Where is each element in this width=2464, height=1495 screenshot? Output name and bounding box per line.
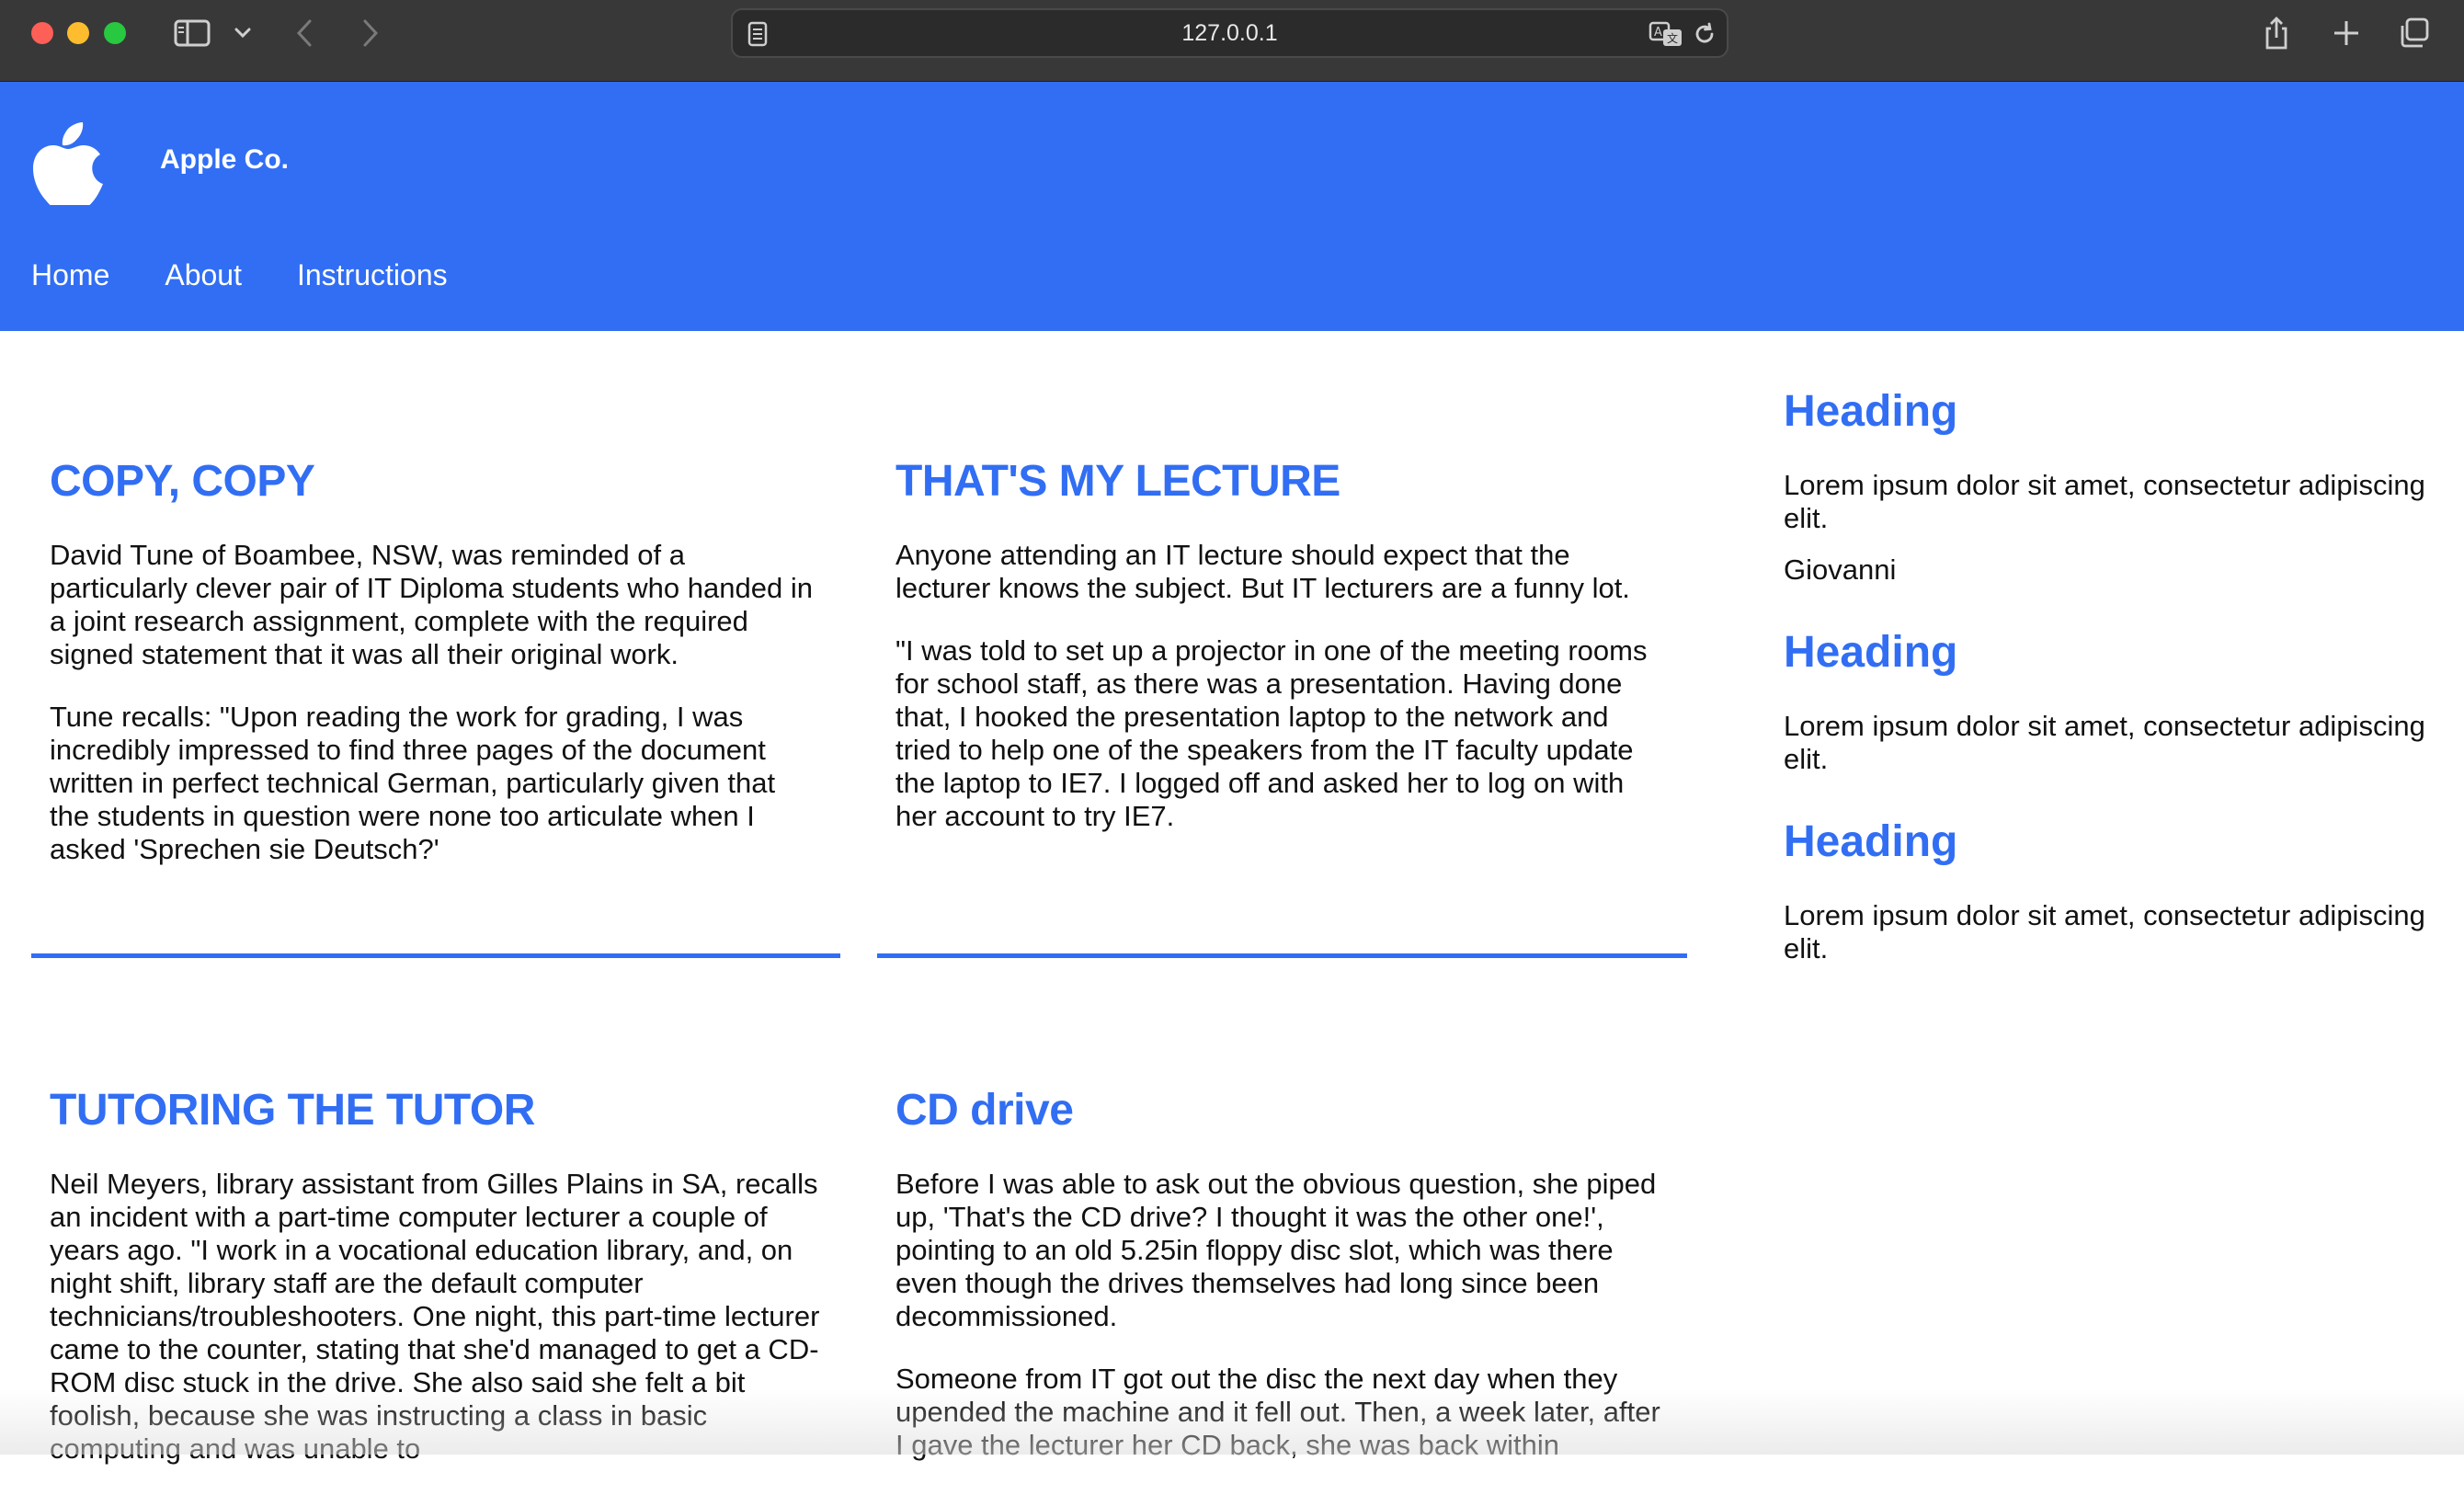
sidebar-paragraph: Lorem ipsum dolor sit amet, consectetur … bbox=[1784, 710, 2425, 775]
article-cd-drive: CD drive Before I was able to ask out th… bbox=[877, 1085, 1686, 1491]
article-paragraph: "I was told to set up a projector in one… bbox=[895, 634, 1648, 832]
sidebar-block: Heading Lorem ipsum dolor sit amet, cons… bbox=[1784, 816, 2427, 965]
sidebar-paragraph: Lorem ipsum dolor sit amet, consectetur … bbox=[1784, 899, 2425, 964]
nav-link-about[interactable]: About bbox=[165, 258, 242, 292]
article-thats-my-lecture: THAT'S MY LECTURE Anyone attending an IT… bbox=[877, 456, 1686, 862]
translate-icon[interactable]: A文 bbox=[1648, 16, 1684, 52]
article-paragraph: Tune recalls: "Upon reading the work for… bbox=[50, 701, 776, 865]
sidebar-paragraph: Lorem ipsum dolor sit amet, consectetur … bbox=[1784, 469, 2425, 534]
close-window-button[interactable] bbox=[31, 22, 53, 44]
tabs-overview-icon[interactable] bbox=[2396, 15, 2433, 51]
article-paragraph: Neil Meyers, library assistant from Gill… bbox=[50, 1168, 820, 1465]
sidebar: Heading Lorem ipsum dolor sit amet, cons… bbox=[1784, 386, 2427, 984]
article-title: CD drive bbox=[895, 1086, 1074, 1135]
article-title: COPY, COPY bbox=[50, 457, 315, 506]
sidebar-heading: Heading bbox=[1784, 628, 1958, 677]
article-paragraph: Before I was able to ask out the obvious… bbox=[895, 1168, 1657, 1332]
sidebar-block: Heading Lorem ipsum dolor sit amet, cons… bbox=[1784, 386, 2427, 587]
chevron-down-icon[interactable] bbox=[232, 15, 254, 51]
article-paragraph: Anyone attending an IT lecture should ex… bbox=[895, 539, 1630, 604]
sidebar-heading: Heading bbox=[1784, 817, 1958, 866]
site-header: Apple Co. Home About Instructions bbox=[0, 82, 2464, 331]
zoom-window-button[interactable] bbox=[104, 22, 126, 44]
article-copy-copy: COPY, COPY David Tune of Boambee, NSW, w… bbox=[31, 456, 840, 896]
brand-name[interactable]: Apple Co. bbox=[160, 144, 289, 176]
article-title: THAT'S MY LECTURE bbox=[895, 457, 1340, 506]
main-nav: Home About Instructions bbox=[31, 258, 503, 292]
article-divider bbox=[31, 953, 840, 958]
nav-link-instructions[interactable]: Instructions bbox=[297, 258, 448, 292]
article-tutoring-the-tutor: TUTORING THE TUTOR Neil Meyers, library … bbox=[31, 1085, 840, 1495]
browser-toolbar: 127.0.0.1 A文 bbox=[0, 0, 2464, 82]
apple-logo-icon[interactable] bbox=[31, 119, 105, 209]
nav-link-home[interactable]: Home bbox=[31, 258, 109, 292]
svg-text:A: A bbox=[1654, 26, 1662, 40]
minimize-window-button[interactable] bbox=[67, 22, 89, 44]
article-divider bbox=[877, 953, 1687, 958]
url-text: 127.0.0.1 bbox=[1181, 19, 1278, 46]
back-icon[interactable] bbox=[291, 15, 318, 51]
svg-text:文: 文 bbox=[1667, 31, 1678, 45]
sidebar-paragraph: Giovanni bbox=[1784, 553, 1897, 586]
sidebar-block: Heading Lorem ipsum dolor sit amet, cons… bbox=[1784, 627, 2427, 776]
article-paragraph: Someone from IT got out the disc the nex… bbox=[895, 1363, 1660, 1461]
new-tab-icon[interactable] bbox=[2328, 15, 2365, 51]
address-bar[interactable]: 127.0.0.1 A文 bbox=[731, 8, 1728, 58]
share-icon[interactable] bbox=[2258, 15, 2295, 51]
article-title: TUTORING THE TUTOR bbox=[50, 1086, 535, 1135]
forward-icon[interactable] bbox=[357, 15, 384, 51]
article-paragraph: David Tune of Boambee, NSW, was reminded… bbox=[50, 539, 813, 670]
reload-icon[interactable] bbox=[1689, 16, 1720, 52]
sidebar-icon[interactable] bbox=[171, 15, 213, 51]
sidebar-heading: Heading bbox=[1784, 387, 1958, 436]
